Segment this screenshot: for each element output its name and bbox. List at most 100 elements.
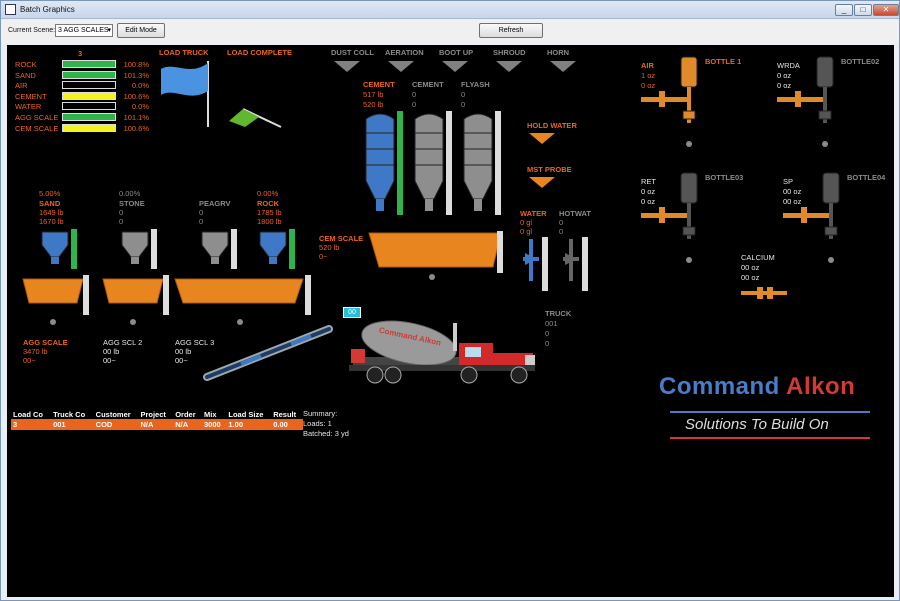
bottle-dot — [828, 257, 834, 263]
material-percent: 100.6% — [123, 91, 149, 101]
agg-scale-2-level-bar — [163, 275, 169, 315]
admix-bottle-icon — [777, 56, 834, 123]
water-valve-icon[interactable] — [523, 239, 539, 281]
admix-bottle-icon — [783, 172, 840, 239]
maximize-button[interactable]: □ — [854, 4, 872, 16]
material-percent: 101.3% — [123, 70, 149, 80]
truck-value-2: 0 — [545, 329, 550, 338]
material-progress-fill — [63, 92, 115, 99]
ticket-cell: COD — [93, 419, 139, 430]
indicator-triangle[interactable] — [442, 61, 468, 72]
bin-name: SAND — [39, 199, 61, 208]
material-progress-bar — [62, 91, 116, 100]
material-name: CEM SCALE — [15, 123, 59, 133]
calcium-value-2: 00 oz — [741, 273, 760, 282]
agg-scale-weight: 3470 lb — [23, 347, 48, 356]
edit-mode-button[interactable]: Edit Mode — [117, 23, 165, 38]
refresh-button[interactable]: Refresh — [479, 23, 543, 38]
close-button[interactable]: ✕ — [873, 4, 899, 16]
table-row[interactable]: 3 001 COD N/A N/A 3000 1.00 0.00 — [11, 419, 303, 430]
bin-value-1: 0 — [199, 208, 204, 217]
indicator-label: SHROUD — [493, 48, 526, 57]
material-progress-bar — [62, 102, 116, 111]
bin-level-bar — [151, 229, 157, 269]
indicator-triangle[interactable] — [496, 61, 522, 72]
material-progress-bar — [62, 60, 116, 68]
bin-value-2: 1670 lb — [39, 217, 64, 226]
material-name: SAND — [15, 70, 36, 80]
silo-level-bar — [495, 111, 501, 215]
indicator-label: AERATION — [385, 48, 424, 57]
silo-icon — [463, 113, 493, 211]
cem-scale-hopper — [368, 232, 502, 268]
material-progress-bar — [62, 113, 116, 121]
indicator-triangle[interactable] — [334, 61, 360, 72]
silo-value-2: 0 — [412, 100, 417, 109]
summary-batched: Batched: 3 yd — [303, 429, 349, 438]
hotwat-value-1: 0 — [559, 218, 564, 227]
materials-header: 3 — [78, 49, 83, 58]
load-complete-flag-icon — [229, 108, 282, 128]
bin-percent: 5.00% — [39, 189, 61, 198]
silo-name: FLYASH — [461, 80, 490, 89]
mixer-truck-icon: Command Alkon — [349, 320, 535, 384]
cem-scale-flow: 0~ — [319, 252, 328, 261]
agg-scale-weight: 00 lb — [175, 347, 192, 356]
scene-label: Current Scene: — [8, 27, 56, 34]
material-progress-fill — [63, 61, 115, 67]
agg-scale-1-level-bar — [83, 275, 89, 315]
agg-scale-1-dot — [50, 319, 56, 325]
agg-scale-weight: 00 lb — [103, 347, 120, 356]
logo-divider-blue — [670, 411, 870, 413]
ticket-table-header: Load Co Truck Co Customer Project Order Mix Lo… — [11, 409, 303, 419]
ticket-col-header: Load Size — [226, 409, 272, 419]
hold-water-indicator[interactable] — [529, 133, 555, 144]
ticket-table: Load Co Truck Co Customer Project Order Mix Lo… — [11, 409, 303, 430]
silo-value-1: 517 lb — [363, 90, 384, 99]
summary-title: Summary: — [303, 409, 338, 418]
app-icon — [5, 4, 16, 15]
material-name: ROCK — [15, 60, 37, 69]
ticket-col-header: Truck Co — [51, 409, 94, 419]
minimize-button[interactable]: _ — [835, 4, 853, 16]
aggregate-bin-icon — [121, 231, 149, 264]
silo-level-fill — [397, 111, 403, 215]
mst-probe-indicator[interactable] — [529, 177, 555, 188]
water-level-bar — [542, 237, 548, 291]
bottle-dot — [686, 141, 692, 147]
logo-tagline: Solutions To Build On — [685, 416, 829, 433]
command-alkon-logo: Command Alkon — [659, 373, 855, 401]
silo-value-2: 0 — [461, 100, 466, 109]
bin-value-2: 1800 lb — [257, 217, 282, 226]
bin-level-fill — [71, 229, 77, 269]
cem-scale-dot — [429, 274, 435, 280]
toolbar: Current Scene: 3 AGG SCALES ▾ Edit Mode … — [1, 20, 899, 44]
indicator-triangle[interactable] — [550, 61, 576, 72]
bin-level-bar — [71, 229, 77, 269]
indicator-label: BOOT UP — [439, 48, 474, 57]
cem-scale-weight: 520 lb — [319, 243, 340, 252]
aggregate-bin-icon — [201, 231, 229, 264]
scene-select[interactable]: 3 AGG SCALES ▾ — [55, 24, 113, 37]
bottle-name: BOTTLE 1 — [705, 57, 742, 66]
admix-bottle-icon — [641, 172, 698, 239]
ticket-cell: 001 — [51, 419, 94, 430]
material-name: CEMENT — [15, 91, 47, 101]
bin-level-bar — [231, 229, 237, 269]
bin-value-1: 1785 lb — [257, 208, 282, 217]
material-progress-fill — [63, 71, 115, 78]
logo-command: Command — [659, 373, 780, 400]
chevron-down-icon: ▾ — [107, 27, 111, 34]
logo-divider-red — [670, 437, 870, 439]
agg-scale-name: AGG SCL 2 — [103, 338, 143, 347]
calcium-label: CALCIUM — [741, 253, 775, 262]
agg-scale-hoppers — [22, 278, 304, 304]
hotwat-valve-icon[interactable] — [563, 239, 579, 281]
bin-level-fill — [289, 229, 295, 269]
indicator-triangle[interactable] — [388, 61, 414, 72]
calcium-value-1: 00 oz — [741, 263, 760, 272]
agg-scale-flow: 00~ — [103, 356, 116, 365]
ticket-col-header: Load Co — [11, 409, 52, 419]
material-name: AIR — [15, 81, 28, 91]
ticket-col-header: Result — [271, 409, 303, 419]
